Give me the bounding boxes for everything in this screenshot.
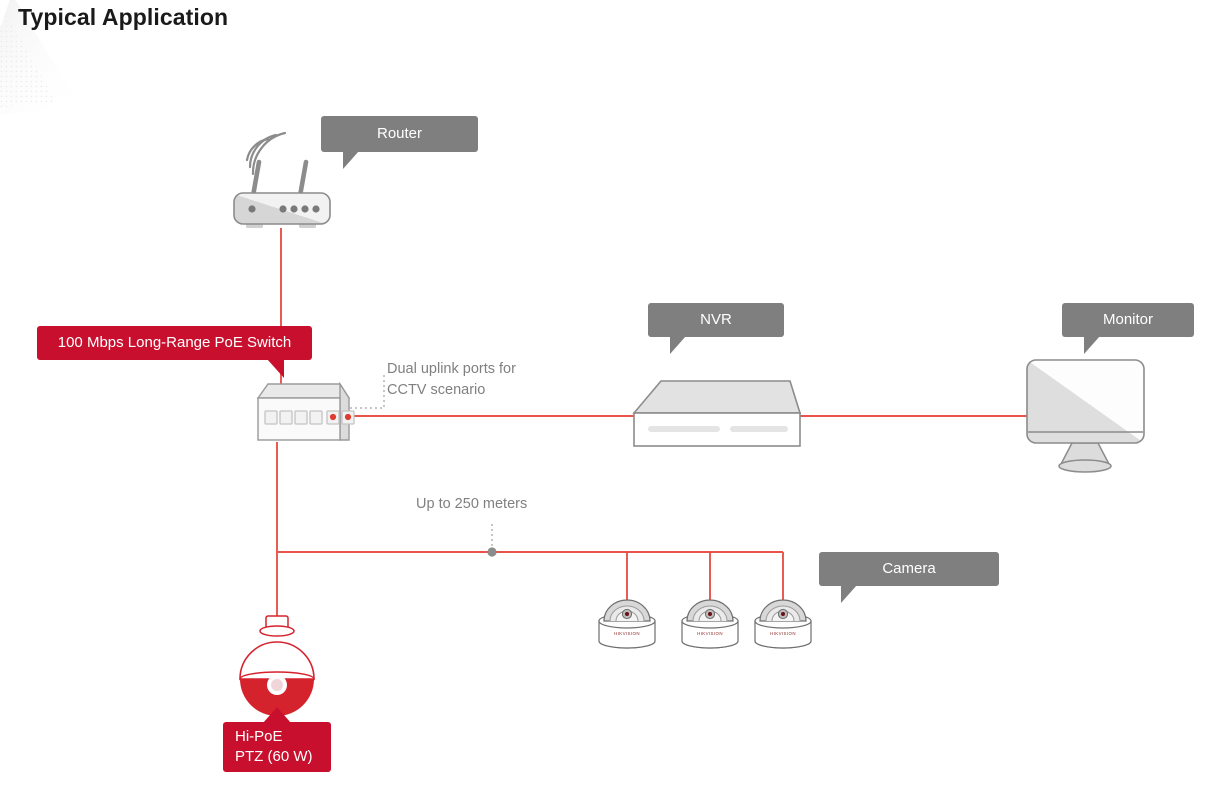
dome-camera-graphic bbox=[681, 599, 739, 649]
callout-ptz[interactable]: Hi-PoE PTZ (60 W) bbox=[223, 707, 331, 772]
camera-brand-label: HIKVISION bbox=[697, 631, 723, 636]
monitor-screen bbox=[1026, 359, 1145, 444]
ptz-mount-collar bbox=[259, 625, 295, 637]
router-device[interactable] bbox=[233, 131, 331, 228]
nvr-top-face bbox=[632, 380, 802, 414]
callout-tail-icon bbox=[1084, 336, 1100, 354]
callout-monitor[interactable]: Monitor bbox=[1062, 303, 1194, 354]
callout-tail-icon bbox=[267, 359, 284, 378]
note-dual-uplink: Dual uplink ports for CCTV scenario bbox=[377, 308, 573, 398]
callout-nvr-label: NVR bbox=[700, 311, 732, 329]
callout-camera-label: Camera bbox=[882, 560, 936, 578]
leader-uplink-note bbox=[345, 375, 385, 409]
poe-switch-device[interactable] bbox=[256, 381, 355, 441]
callout-poe-switch[interactable]: 100 Mbps Long-Range PoE Switch bbox=[37, 326, 312, 378]
nvr-front-bars bbox=[648, 426, 788, 432]
dome-camera-graphic bbox=[754, 599, 812, 649]
note-distance: Up to 250 meters bbox=[406, 486, 578, 524]
diagram-canvas: HIKVISION HIKVISION HIKVISION bbox=[233, 131, 1145, 716]
ptz-lens-inner bbox=[271, 679, 283, 691]
typical-application-diagram: Typical Application HIKVISION HIKVISION … bbox=[0, 0, 1216, 792]
note-distance-text: Up to 250 meters bbox=[416, 496, 528, 513]
callout-router[interactable]: Router bbox=[321, 116, 478, 169]
monitor-device[interactable] bbox=[1026, 359, 1145, 473]
wifi-signal-icon bbox=[245, 131, 287, 176]
callout-tail-icon bbox=[670, 336, 686, 354]
nvr-device[interactable] bbox=[632, 380, 802, 447]
callout-monitor-label: Monitor bbox=[1102, 311, 1154, 329]
callout-router-label: Router bbox=[376, 125, 423, 143]
router-antennas bbox=[250, 159, 309, 199]
callout-ptz-label: Hi-PoE PTZ (60 W) bbox=[235, 727, 313, 765]
callout-poe-switch-label: 100 Mbps Long-Range PoE Switch bbox=[57, 334, 292, 352]
camera-brand-label: HIKVISION bbox=[614, 631, 640, 636]
callout-tail-icon bbox=[343, 151, 359, 169]
callout-nvr[interactable]: NVR bbox=[648, 303, 784, 354]
monitor-stand-foot bbox=[1058, 459, 1112, 473]
callout-camera[interactable]: Camera bbox=[819, 552, 999, 603]
switch-top-face bbox=[256, 383, 351, 399]
dome-camera-3[interactable]: HIKVISION bbox=[754, 599, 812, 649]
leader-dot-distance bbox=[487, 547, 497, 557]
dome-camera-graphic bbox=[598, 599, 656, 649]
ptz-camera-device[interactable] bbox=[239, 615, 315, 716]
dome-camera-2[interactable]: HIKVISION bbox=[681, 599, 739, 649]
dome-camera-1[interactable]: HIKVISION bbox=[598, 599, 656, 649]
camera-brand-label: HIKVISION bbox=[770, 631, 796, 636]
callout-tail-icon bbox=[263, 707, 291, 723]
callout-tail-icon bbox=[841, 585, 857, 603]
